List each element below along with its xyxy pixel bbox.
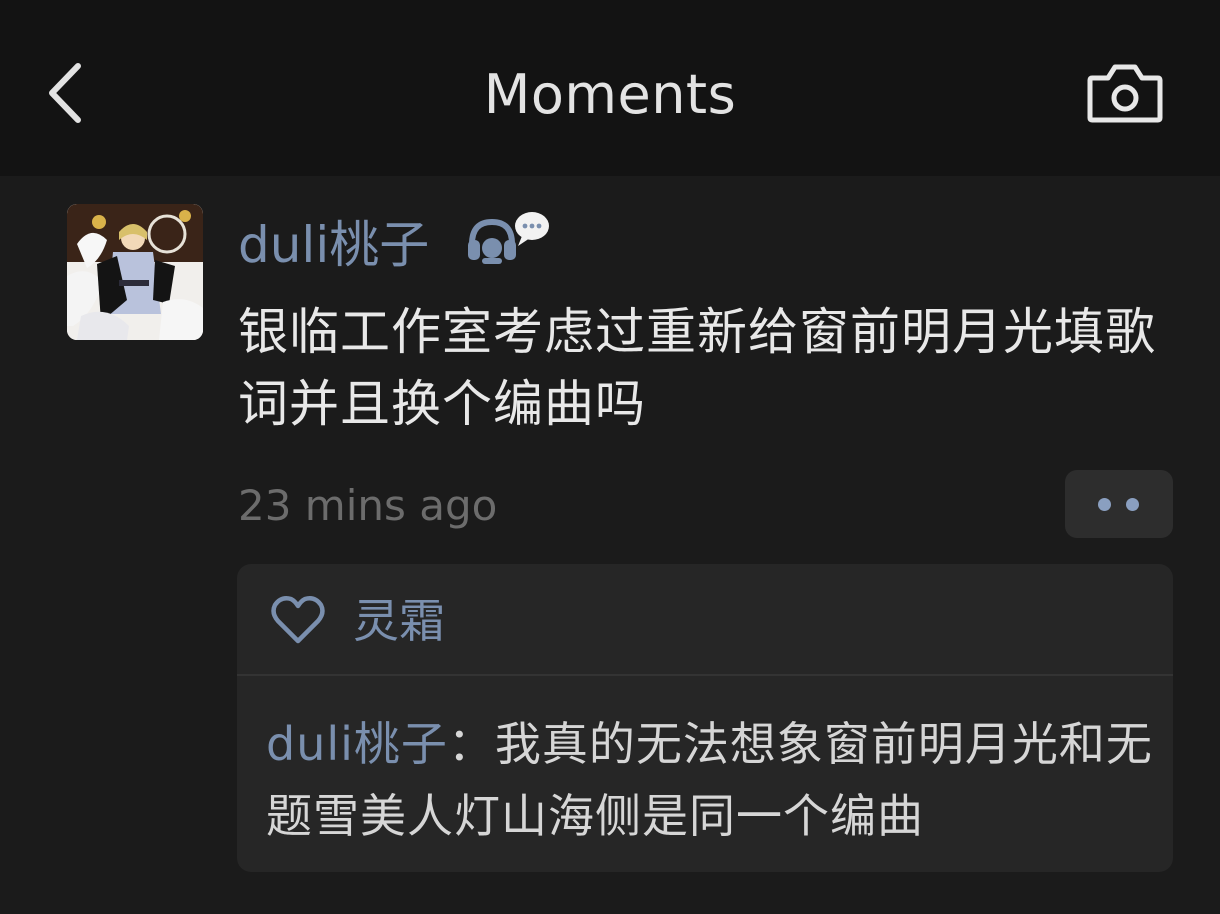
post-body: 银临工作室考虑过重新给窗前明月光填歌词并且换个编曲吗 — [238, 303, 1156, 433]
post-author-name[interactable]: duli桃子 — [238, 210, 429, 280]
more-options-button[interactable] — [1065, 470, 1173, 538]
moments-page: Moments duli桃子 银临工作室考虑过重新给窗前明月光填歌词并且换个编曲… — [0, 0, 1220, 914]
likes-comments-box: 灵霜 duli桃子：我真的无法想象窗前明月光和无题雪美人灯山海侧是同一个编曲 — [237, 564, 1173, 872]
camera-icon — [1087, 64, 1163, 123]
page-title: Moments — [483, 63, 737, 126]
camera-button[interactable] — [1086, 62, 1164, 126]
comment-separator: ： — [447, 717, 495, 771]
comment-author[interactable]: duli桃子 — [266, 717, 448, 771]
comment-item[interactable]: duli桃子：我真的无法想象窗前明月光和无题雪美人灯山海侧是同一个编曲 — [266, 708, 1156, 852]
headphones-chat-icon — [468, 212, 549, 264]
liker-name[interactable]: 灵霜 — [353, 590, 445, 652]
divider — [237, 674, 1173, 676]
status-indicator — [466, 208, 556, 270]
avatar-image — [67, 204, 203, 340]
likes-row: 灵霜 — [237, 564, 1173, 674]
more-dots-icon — [1098, 498, 1111, 511]
post-timestamp: 23 mins ago — [238, 481, 498, 530]
author-avatar[interactable] — [67, 204, 203, 340]
top-bar: Moments — [0, 0, 1220, 176]
heart-icon — [271, 596, 325, 644]
more-dots-icon — [1126, 498, 1139, 511]
